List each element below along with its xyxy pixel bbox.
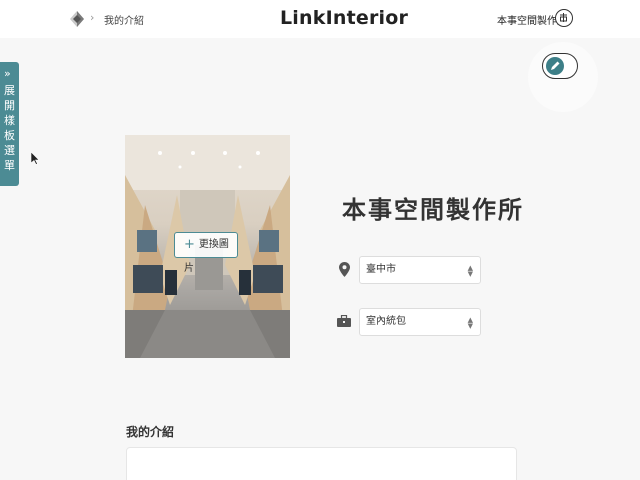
double-chevron-right-icon: » <box>4 67 11 80</box>
change-image-button[interactable]: + 更換圖片 <box>174 232 238 274</box>
pencil-icon <box>551 61 560 70</box>
about-textarea[interactable] <box>126 447 517 480</box>
top-bar: › 我的介紹 LinkInterior 本事空間製作所 <box>0 0 640 38</box>
page-title: 本事空間製作所 <box>342 196 524 224</box>
select-arrows-icon: ▲ ▼ <box>467 316 473 330</box>
breadcrumb-separator: › <box>90 11 95 24</box>
city-select-value: 臺中市 <box>366 264 396 275</box>
edit-toggle-knob[interactable] <box>546 57 564 75</box>
category-select[interactable]: 室內統包 ▲ ▼ <box>359 308 481 336</box>
plus-icon: + <box>184 237 195 252</box>
briefcase-icon <box>337 315 351 327</box>
city-select[interactable]: 臺中市 ▲ ▼ <box>359 256 481 284</box>
mouse-cursor-icon <box>31 152 40 165</box>
about-heading: 我的介紹 <box>126 425 175 439</box>
breadcrumb[interactable]: 我的介紹 <box>104 12 144 27</box>
map-pin-icon <box>339 262 350 277</box>
template-menu-tab[interactable]: » 展開樣板選單 <box>0 62 19 186</box>
template-menu-label: 展開樣板選單 <box>4 84 15 172</box>
select-arrows-icon: ▲ ▼ <box>467 264 473 278</box>
category-select-value: 室內統包 <box>366 316 406 327</box>
brand-title[interactable]: LinkInterior <box>280 7 408 29</box>
avatar-seal-icon <box>560 13 567 22</box>
diamond-logo-icon[interactable] <box>70 11 84 27</box>
avatar[interactable] <box>555 9 573 27</box>
